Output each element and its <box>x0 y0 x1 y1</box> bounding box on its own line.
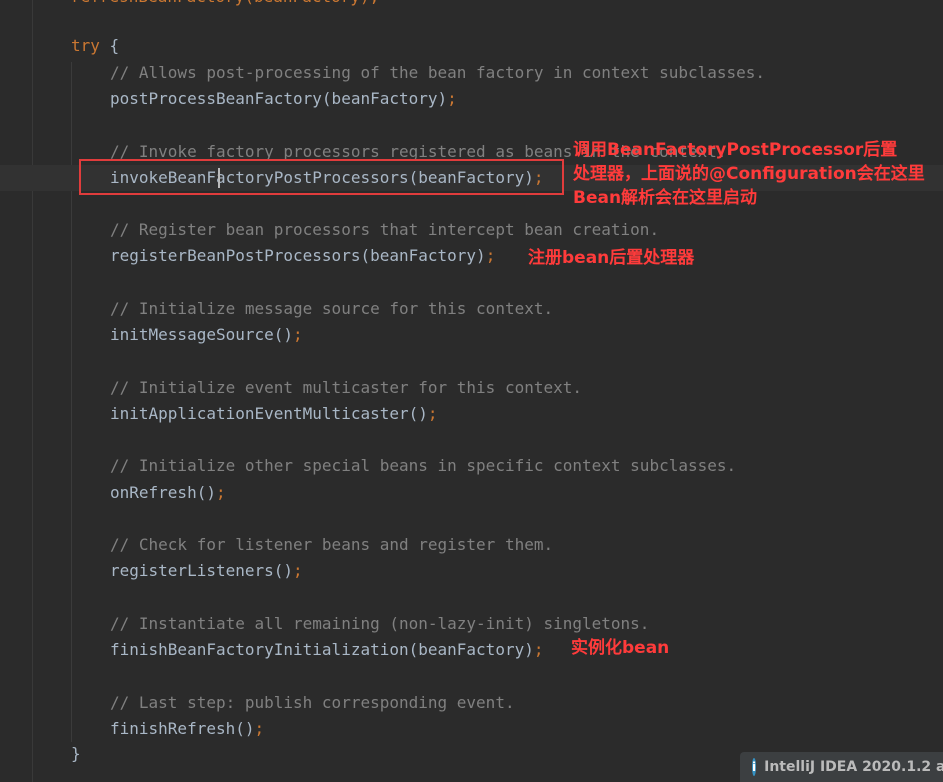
indent-guide <box>71 62 72 742</box>
open-brace: { <box>99 36 120 55</box>
code-comment: // Initialize message source for this co… <box>110 299 554 318</box>
statement-text: initMessageSource() <box>110 325 294 344</box>
semicolon: ; <box>447 89 457 108</box>
close-brace: } <box>71 744 81 763</box>
code-comment: // Last step: publish corresponding even… <box>110 693 515 712</box>
semicolon: ; <box>293 325 303 344</box>
try-keyword: try <box>71 36 100 55</box>
code-line-partial: refreshBeanFactory(beanFactory); <box>71 0 379 10</box>
annotation-highlight-box <box>79 159 564 195</box>
statement-text: finishBeanFactoryInitialization(beanFact… <box>110 640 534 659</box>
annotation-invoke-processors: 调用BeanFactoryPostProcessor后置 处理器，上面说的@Co… <box>573 138 925 210</box>
annotation-line: Bean解析会在这里启动 <box>573 188 758 208</box>
gutter-divider <box>32 0 33 782</box>
code-statement: finishRefresh(); <box>110 716 264 742</box>
code-statement: postProcessBeanFactory(beanFactory); <box>110 86 457 112</box>
ide-notification[interactable]: i IntelliJ IDEA 2020.1.2 a <box>740 752 943 782</box>
statement-text: registerListeners() <box>110 561 294 580</box>
statement-text: registerBeanPostProcessors(beanFactory) <box>110 246 486 265</box>
statement-text: initApplicationEventMulticaster() <box>110 404 428 423</box>
annotation-instantiate-beans: 实例化bean <box>571 638 670 658</box>
statement-text: finishRefresh() <box>110 719 255 738</box>
notification-text: IntelliJ IDEA 2020.1.2 a <box>764 759 943 775</box>
code-editor[interactable]: refreshBeanFactory(beanFactory); try { /… <box>0 0 943 782</box>
code-statement: registerBeanPostProcessors(beanFactory); <box>110 243 495 269</box>
code-statement: initApplicationEventMulticaster(); <box>110 401 438 427</box>
code-statement: onRefresh(); <box>110 480 226 506</box>
semicolon: ; <box>254 719 265 738</box>
semicolon: ; <box>293 561 303 580</box>
semicolon: ; <box>427 404 438 423</box>
code-statement: finishBeanFactoryInitialization(beanFact… <box>110 637 543 663</box>
statement-text: postProcessBeanFactory(beanFactory) <box>110 89 448 108</box>
statement-text: onRefresh() <box>110 483 216 502</box>
info-icon: i <box>752 758 757 776</box>
code-comment: // Allows post-processing of the bean fa… <box>110 63 766 82</box>
code-comment: // Initialize event multicaster for this… <box>110 378 583 397</box>
annotation-register-processors: 注册bean后置处理器 <box>528 248 695 268</box>
semicolon: ; <box>533 640 544 659</box>
code-comment: // Check for listener beans and register… <box>110 535 554 554</box>
code-statement: initMessageSource(); <box>110 322 303 348</box>
semicolon: ; <box>485 246 496 265</box>
semicolon: ; <box>215 483 226 502</box>
annotation-line: 处理器，上面说的@Configuration会在这里 <box>573 164 925 184</box>
annotation-line: 调用BeanFactoryPostProcessor后置 <box>573 140 898 160</box>
try-line: try { <box>71 33 119 59</box>
code-comment: // Register bean processors that interce… <box>110 220 660 239</box>
code-comment: // Instantiate all remaining (non-lazy-i… <box>110 614 650 633</box>
code-statement: registerListeners(); <box>110 558 303 584</box>
code-comment: // Initialize other special beans in spe… <box>110 456 737 475</box>
